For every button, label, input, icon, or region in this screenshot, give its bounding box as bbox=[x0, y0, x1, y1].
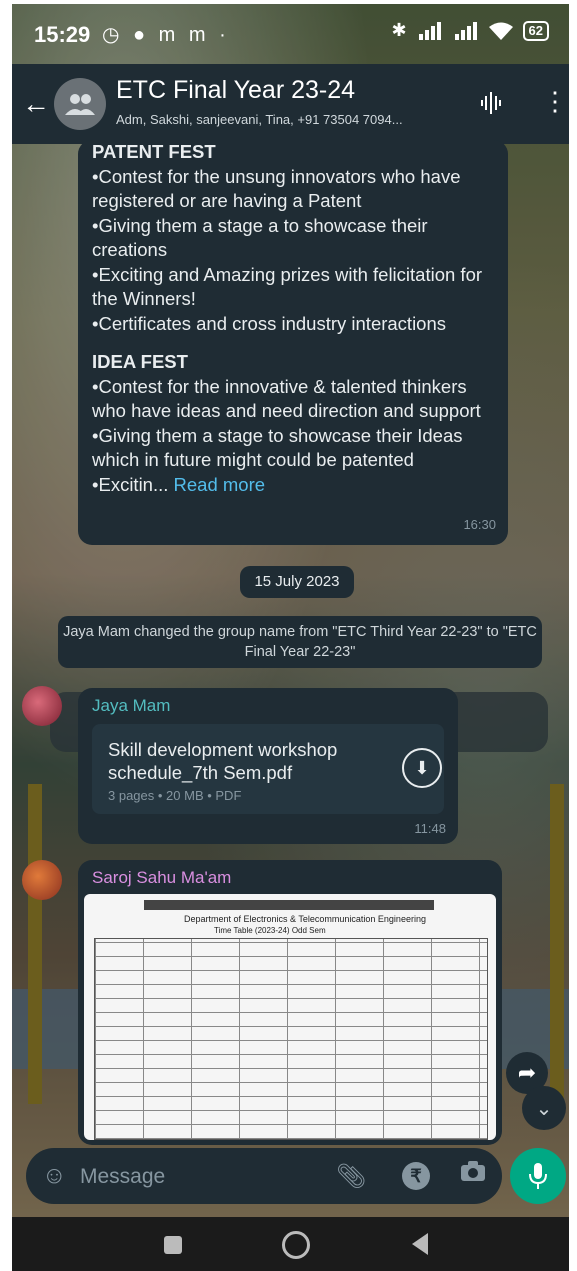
message-line: •Exciting and Amazing prizes with felici… bbox=[92, 263, 483, 310]
document-subtitle: Time Table (2023-24) Odd Sem bbox=[214, 926, 326, 935]
message-line: •Giving them a stage to showcase their I… bbox=[92, 424, 463, 471]
timetable-grid bbox=[94, 938, 488, 1140]
date-separator: 15 July 2023 bbox=[240, 566, 354, 598]
message-line-truncated: •Excitin... Read more bbox=[92, 473, 494, 498]
home-icon[interactable] bbox=[282, 1231, 310, 1259]
sender-name[interactable]: Saroj Sahu Ma'am bbox=[92, 868, 231, 888]
timetable-image[interactable]: Department of Electronics & Telecommunic… bbox=[84, 894, 496, 1140]
sender-name[interactable]: Jaya Mam bbox=[92, 696, 170, 716]
system-nav-bar bbox=[12, 1217, 569, 1271]
notification-icons: ◷ ● m m · bbox=[102, 24, 230, 46]
document-attachment[interactable]: Skill development workshop schedule_7th … bbox=[92, 724, 444, 814]
message-input[interactable] bbox=[78, 1158, 302, 1196]
back-icon[interactable] bbox=[412, 1233, 428, 1255]
back-arrow-icon[interactable]: ← bbox=[22, 88, 50, 120]
message-bubble-announcement[interactable]: PATENT FEST •Contest for the unsung inno… bbox=[78, 140, 508, 545]
battery-icon: 62 bbox=[522, 20, 549, 41]
wifi-icon bbox=[488, 22, 513, 40]
chat-header[interactable]: ← ETC Final Year 23-24 Adm, Sakshi, sanj… bbox=[12, 64, 569, 144]
message-line: •Contest for the innovative & talented t… bbox=[92, 375, 481, 422]
message-bubble-image[interactable]: Saroj Sahu Ma'am Department of Electroni… bbox=[78, 860, 502, 1145]
voice-chat-icon[interactable] bbox=[480, 92, 502, 120]
scroll-down-icon[interactable]: ⌄ bbox=[522, 1086, 566, 1130]
group-icon bbox=[65, 94, 95, 115]
group-members[interactable]: Adm, Sakshi, sanjeevani, Tina, +91 73504… bbox=[116, 112, 403, 127]
signal-icon bbox=[454, 21, 477, 40]
system-message: Jaya Mam changed the group name from "ET… bbox=[58, 616, 542, 668]
signal-icon bbox=[418, 21, 441, 40]
phone-screen: 15:29 ◷ ● m m · ✱ 62 ← ETC Final Year 23… bbox=[12, 4, 569, 1271]
group-title[interactable]: ETC Final Year 23-24 bbox=[116, 76, 355, 105]
system-icons: ✱ 62 bbox=[391, 20, 549, 41]
message-line: •Certificates and cross industry interac… bbox=[92, 312, 447, 334]
document-filename: Skill development workshop schedule_7th … bbox=[108, 739, 338, 783]
recent-apps-icon[interactable] bbox=[164, 1236, 182, 1254]
read-more-link[interactable]: Read more bbox=[174, 474, 266, 495]
sender-avatar[interactable] bbox=[22, 686, 62, 726]
patent-fest-heading: PATENT FEST bbox=[92, 141, 216, 162]
document-meta: 3 pages • 20 MB • PDF bbox=[108, 788, 242, 803]
message-time: 16:30 bbox=[463, 516, 496, 532]
truncated-text: •Excitin... bbox=[92, 473, 174, 495]
attach-icon[interactable]: 📎︎ bbox=[336, 1162, 366, 1191]
document-title: Department of Electronics & Telecommunic… bbox=[184, 914, 426, 924]
idea-fest-heading: IDEA FEST bbox=[92, 351, 188, 372]
message-bubble-document[interactable]: Jaya Mam Skill development workshop sche… bbox=[78, 688, 458, 844]
group-avatar[interactable] bbox=[54, 78, 106, 130]
emoji-icon[interactable]: ☺ bbox=[42, 1162, 67, 1190]
camera-icon[interactable] bbox=[460, 1160, 486, 1189]
document-header-band bbox=[144, 900, 434, 910]
payment-icon[interactable]: ₹ bbox=[402, 1162, 430, 1190]
sender-avatar[interactable] bbox=[22, 860, 62, 900]
status-time: 15:29 bbox=[34, 22, 91, 47]
download-icon[interactable]: ⬇ bbox=[402, 748, 442, 788]
bluetooth-icon: ✱ bbox=[391, 20, 407, 40]
more-options-icon[interactable]: ⋮ bbox=[542, 86, 568, 117]
message-line: •Contest for the unsung innovators who h… bbox=[92, 165, 461, 212]
message-time: 11:48 bbox=[414, 821, 446, 836]
message-line: •Giving them a stage a to showcase their… bbox=[92, 214, 428, 261]
message-input-bar: ☺ 📎︎ ₹ bbox=[26, 1148, 502, 1204]
microphone-icon[interactable] bbox=[510, 1148, 566, 1204]
status-bar: 15:29 ◷ ● m m · ✱ 62 bbox=[12, 4, 569, 64]
